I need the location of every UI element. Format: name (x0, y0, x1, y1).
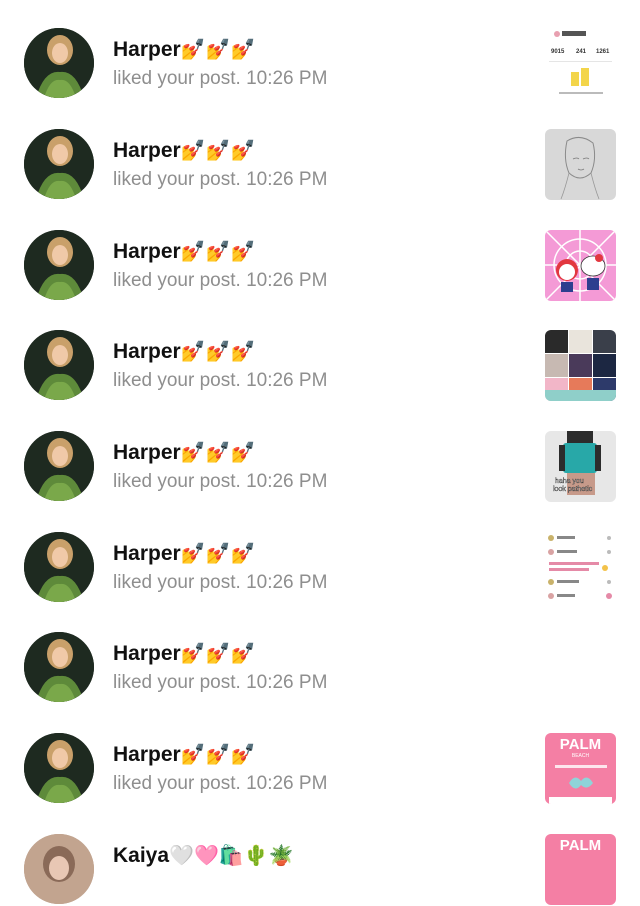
timestamp: 10:26 PM (246, 773, 328, 794)
username[interactable]: Harper💅💅💅 (113, 138, 255, 163)
post-thumbnail[interactable]: haha you look pathetic (545, 431, 616, 502)
notification-text: liked your post. 10:26 PM (113, 68, 328, 89)
svg-text:9015: 9015 (551, 49, 565, 55)
notification-row[interactable]: Harper💅💅💅 liked your post. 10:26 PM haha… (0, 403, 640, 503)
notification-text: liked your post. 10:26 PM (113, 370, 328, 391)
svg-text:haha you: haha you (555, 478, 584, 485)
post-thumbnail[interactable] (545, 532, 616, 603)
avatar[interactable] (24, 431, 94, 501)
username[interactable]: Kaiya🤍🩷🛍️🌵🪴 (113, 843, 294, 868)
notification-text: liked your post. 10:26 PM (113, 471, 328, 492)
avatar[interactable] (24, 632, 94, 702)
timestamp: 10:26 PM (246, 370, 328, 391)
avatar[interactable] (24, 230, 94, 300)
svg-text:BEACH: BEACH (572, 753, 590, 759)
nail-polish-emoji: 💅💅💅 (180, 241, 256, 263)
notification-text: liked your post. 10:26 PM (113, 672, 328, 693)
timestamp: 10:26 PM (246, 270, 328, 291)
post-thumbnail[interactable]: PALM BEACH (545, 733, 616, 804)
notification-row[interactable]: Harper💅💅💅 liked your post. 10:26 PM (0, 202, 640, 302)
avatar[interactable] (24, 532, 94, 602)
username[interactable]: Harper💅💅💅 (113, 239, 255, 264)
username[interactable]: Harper💅💅💅 (113, 541, 255, 566)
nail-polish-emoji: 💅💅💅 (180, 140, 256, 162)
avatar[interactable] (24, 330, 94, 400)
post-thumbnail[interactable]: 9015 241 1261 (545, 28, 616, 99)
username[interactable]: Harper💅💅💅 (113, 37, 255, 62)
notification-text: liked your post. 10:26 PM (113, 572, 328, 593)
notification-row[interactable]: Harper💅💅💅 liked your post. 10:26 PM (0, 101, 640, 201)
avatar[interactable] (24, 28, 94, 98)
avatar[interactable] (24, 733, 94, 803)
timestamp: 10:26 PM (246, 572, 328, 593)
timestamp: 10:26 PM (246, 169, 328, 190)
post-thumbnail[interactable]: PALM (545, 834, 616, 905)
username[interactable]: Harper💅💅💅 (113, 440, 255, 465)
notification-row[interactable]: Harper💅💅💅 liked your post. 10:26 PM (0, 504, 640, 604)
svg-text:1261: 1261 (596, 49, 610, 55)
username[interactable]: Harper💅💅💅 (113, 339, 255, 364)
notification-text: liked your post. 10:26 PM (113, 270, 328, 291)
notification-text: liked your post. 10:26 PM (113, 773, 328, 794)
timestamp: 10:26 PM (246, 672, 328, 693)
notification-row[interactable]: Kaiya🤍🩷🛍️🌵🪴 PALM (0, 806, 640, 906)
timestamp: 10:26 PM (246, 68, 328, 89)
nail-polish-emoji: 💅💅💅 (180, 341, 256, 363)
notification-row[interactable]: Harper💅💅💅 liked your post. 10:26 PM PALM… (0, 705, 640, 805)
heart-emoji: 🤍🩷🛍️🌵🪴 (169, 845, 294, 867)
username[interactable]: Harper💅💅💅 (113, 742, 255, 767)
notification-row[interactable]: Harper💅💅💅 liked your post. 10:26 PM (0, 302, 640, 402)
nail-polish-emoji: 💅💅💅 (180, 442, 256, 464)
post-thumbnail[interactable] (545, 330, 616, 401)
avatar[interactable] (24, 834, 94, 904)
svg-text:PALM: PALM (560, 736, 601, 753)
nail-polish-emoji: 💅💅💅 (180, 744, 256, 766)
nail-polish-emoji: 💅💅💅 (180, 643, 256, 665)
avatar[interactable] (24, 129, 94, 199)
timestamp: 10:26 PM (246, 471, 328, 492)
notification-row[interactable]: Harper💅💅💅 liked your post. 10:26 PM 9015… (0, 0, 640, 100)
nail-polish-emoji: 💅💅💅 (180, 543, 256, 565)
nail-polish-emoji: 💅💅💅 (180, 39, 256, 61)
username[interactable]: Harper💅💅💅 (113, 641, 255, 666)
notification-row[interactable]: Harper💅💅💅 liked your post. 10:26 PM (0, 604, 640, 704)
svg-text:241: 241 (576, 49, 587, 55)
notification-text: liked your post. 10:26 PM (113, 169, 328, 190)
svg-text:look pathetic: look pathetic (553, 486, 593, 493)
post-thumbnail[interactable] (545, 129, 616, 200)
post-thumbnail[interactable] (545, 230, 616, 301)
svg-text:PALM: PALM (560, 837, 601, 854)
